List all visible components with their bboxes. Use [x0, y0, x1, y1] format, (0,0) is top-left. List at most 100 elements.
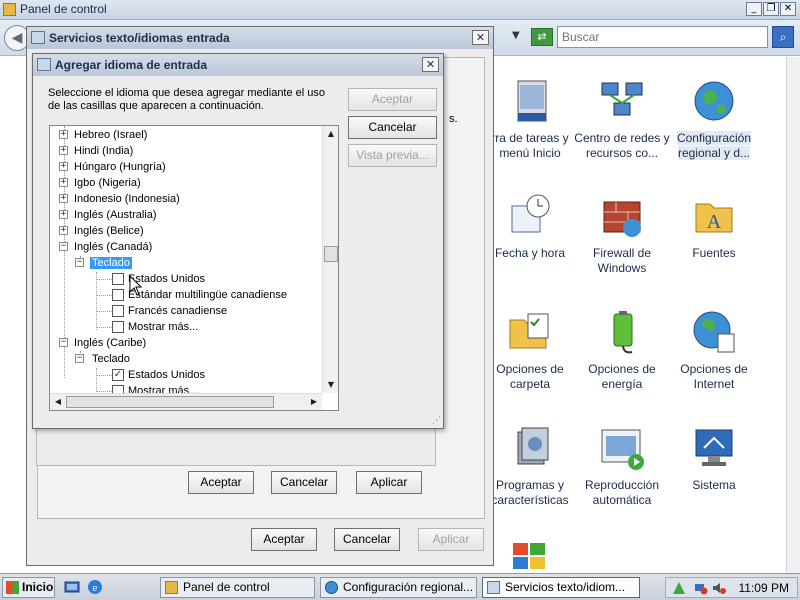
tree-node-language[interactable]: + Hindi (India) [59, 143, 133, 159]
volume-muted-icon[interactable] [712, 581, 726, 595]
layout-option-canadian-french[interactable]: Francés canadiense [112, 303, 227, 319]
cp-item-system[interactable]: Sistema [666, 424, 762, 493]
programs-icon [517, 427, 549, 465]
services-cancel-button[interactable]: Cancelar [334, 528, 400, 551]
tree-node-language[interactable]: + Hebreo (Israel) [59, 127, 147, 143]
tree-node-language[interactable]: + Húngaro (Hungría) [59, 159, 166, 175]
layout-option-us[interactable]: Estados Unidos [112, 271, 205, 287]
preview-button[interactable]: Vista previa... [348, 144, 437, 167]
tree-vertical-scrollbar[interactable]: ▲ ▼ [322, 126, 338, 393]
regional-cancel-button[interactable]: Cancelar [271, 471, 337, 494]
tree-guide [96, 375, 112, 376]
search-input[interactable] [557, 26, 768, 48]
cp-item-internet-options[interactable]: Opciones de Internet [666, 308, 762, 392]
cp-item-fonts[interactable]: A Fuentes [666, 192, 762, 261]
add-language-accept-button[interactable]: Aceptar [348, 88, 437, 111]
add-language-cancel-button[interactable]: Cancelar [348, 116, 437, 139]
action-center-icon[interactable] [672, 581, 686, 595]
tree-node-english-canada[interactable]: − Inglés (Canadá) [59, 239, 152, 255]
scroll-down-icon[interactable]: ▼ [323, 377, 338, 393]
language-tree[interactable]: + Hebreo (Israel) + Hindi (India) + Húngaro… [49, 125, 339, 411]
tree-node-language[interactable]: + Inglés (Belice) [59, 223, 144, 239]
layout-option-us[interactable]: ✓ Estados Unidos [112, 367, 205, 383]
regional-settings-icon [694, 81, 734, 121]
folder-options-icon [509, 313, 549, 349]
cp-item-autoplay[interactable]: Reproducción automática [574, 424, 670, 508]
checkbox-checked[interactable]: ✓ [112, 369, 124, 381]
cp-item-folder-options[interactable]: Opciones de carpeta [482, 308, 578, 392]
regional-accept-button[interactable]: Aceptar [188, 471, 254, 494]
tree-node-keyboard[interactable]: − Teclado [75, 255, 132, 271]
expand-icon[interactable]: + [59, 194, 68, 203]
tree-node-keyboard[interactable]: − Teclado [75, 351, 132, 367]
minimize-button[interactable]: _ [746, 2, 762, 16]
expand-icon[interactable]: + [59, 178, 68, 187]
tree-node-language[interactable]: + Igbo (Nigeria) [59, 175, 141, 191]
scroll-up-icon[interactable]: ▲ [323, 126, 338, 142]
cp-item-network-center[interactable]: Centro de redes y recursos co... [574, 77, 670, 161]
keyboard-icon [37, 58, 51, 71]
scroll-left-icon[interactable]: ◀ [50, 394, 66, 410]
tree-guide [96, 279, 112, 280]
taskbar: Inicio e Panel de control Configuración … [0, 573, 800, 600]
internet-options-icon [693, 311, 735, 353]
cp-item-regional-settings[interactable]: Configuración regional y d... [666, 77, 762, 161]
refresh-button[interactable]: ⇄ [531, 28, 553, 46]
tree-node-language[interactable]: + Indonesio (Indonesia) [59, 191, 180, 207]
task-services-dialog[interactable]: Servicios texto/idiom... [482, 577, 640, 598]
close-window-button[interactable]: ✕ [780, 2, 796, 16]
fonts-folder-icon: A [695, 203, 733, 233]
address-dropdown-arrow[interactable]: ▼ [512, 30, 520, 41]
services-apply-button[interactable]: Aplicar [418, 528, 484, 551]
scroll-thumb[interactable] [66, 396, 274, 408]
start-button[interactable]: Inicio [2, 577, 55, 598]
windows-update-icon [513, 543, 545, 569]
add-language-close-button[interactable]: ✕ [422, 57, 439, 72]
checkbox[interactable] [112, 321, 124, 333]
checkbox[interactable] [112, 289, 124, 301]
tree-node-english-caribbean[interactable]: − Inglés (Caribe) [59, 335, 146, 351]
task-regional-settings[interactable]: Configuración regional... [320, 577, 477, 598]
expand-icon[interactable]: + [59, 210, 68, 219]
checkbox[interactable] [112, 305, 124, 317]
tree-guide [96, 368, 97, 392]
scroll-thumb[interactable] [324, 246, 338, 262]
cp-item-firewall[interactable]: Firewall de Windows [574, 192, 670, 276]
expand-icon[interactable]: + [59, 162, 68, 171]
layout-option-show-more[interactable]: Mostrar más... [112, 319, 198, 335]
show-desktop-icon[interactable] [64, 579, 80, 595]
vertical-scrollbar[interactable] [786, 57, 800, 573]
internet-explorer-icon[interactable]: e [87, 579, 103, 595]
expand-icon[interactable]: + [59, 226, 68, 235]
clock[interactable]: 11:09 PM [739, 581, 789, 595]
tree-guide [96, 391, 112, 392]
maximize-button[interactable]: ❐ [763, 2, 779, 16]
tree-guide [96, 311, 112, 312]
scroll-right-icon[interactable]: ▶ [306, 394, 322, 410]
mouse-cursor-icon [129, 275, 143, 296]
search-icon[interactable]: ⌕ [772, 26, 794, 48]
collapse-icon[interactable]: − [75, 354, 84, 363]
firewall-icon [603, 201, 641, 237]
expand-icon[interactable]: + [59, 146, 68, 155]
tree-horizontal-scrollbar[interactable]: ◀ ▶ [50, 393, 322, 410]
services-close-button[interactable]: ✕ [472, 30, 489, 45]
network-icon[interactable] [694, 581, 708, 595]
cp-item-taskbar[interactable]: rra de tareas y menú Inicio [482, 77, 578, 161]
resize-grip-icon[interactable]: ⋰ [432, 416, 441, 426]
regional-apply-button[interactable]: Aplicar [356, 471, 422, 494]
services-accept-button[interactable]: Aceptar [251, 528, 317, 551]
expand-icon[interactable]: + [59, 130, 68, 139]
checkbox[interactable] [112, 273, 124, 285]
task-control-panel[interactable]: Panel de control [160, 577, 315, 598]
cp-item-programs[interactable]: Programas y características [482, 424, 578, 508]
cp-item-date-time[interactable]: Fecha y hora [482, 192, 578, 261]
collapse-icon[interactable]: − [59, 338, 68, 347]
control-panel-titlebar: Panel de control _ ❐ ✕ [0, 0, 800, 20]
collapse-icon[interactable]: − [75, 258, 84, 267]
collapse-icon[interactable]: − [59, 242, 68, 251]
tree-node-language[interactable]: + Inglés (Australia) [59, 207, 157, 223]
network-center-icon [601, 82, 643, 116]
keyboard-icon [487, 581, 500, 594]
cp-item-power-options[interactable]: Opciones de energía [574, 308, 670, 392]
